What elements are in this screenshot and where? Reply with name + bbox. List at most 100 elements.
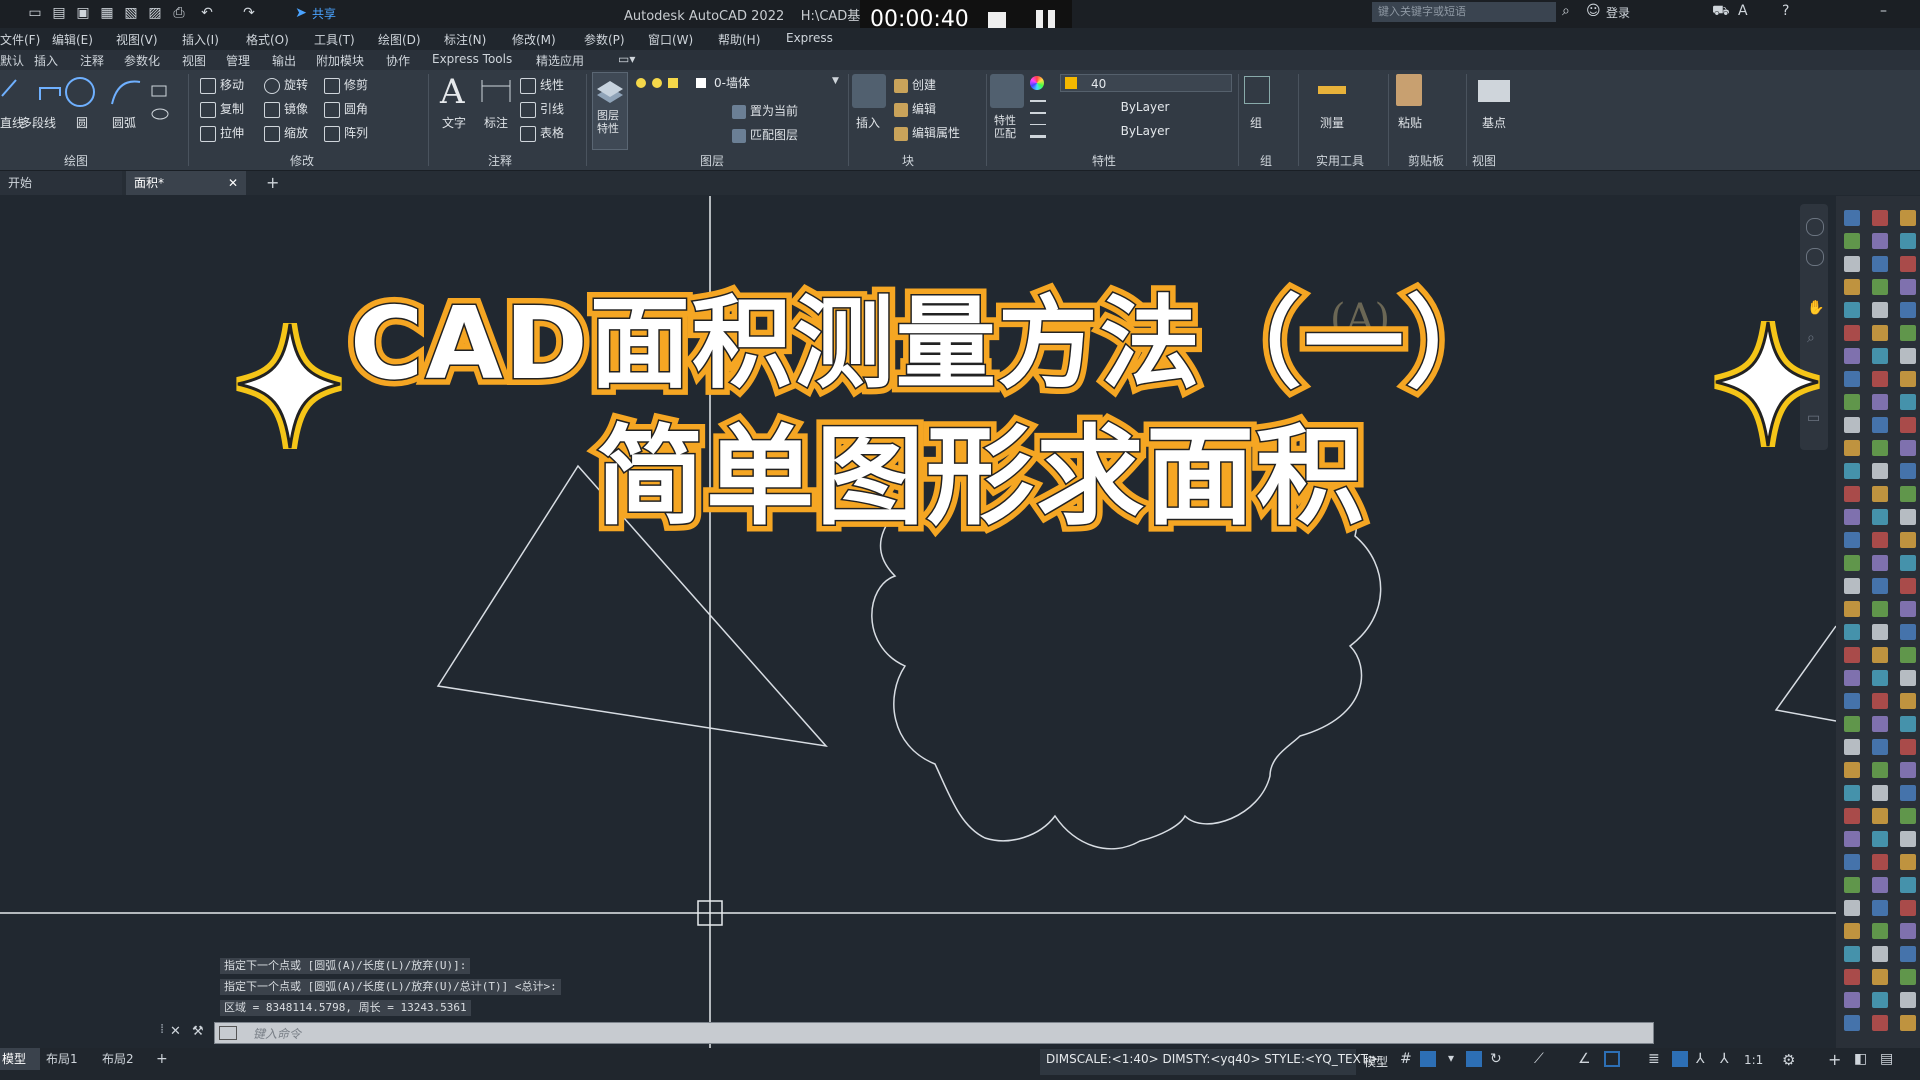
tool-palette-icon[interactable] (1844, 256, 1860, 272)
paste-button[interactable]: 粘贴 (1398, 114, 1422, 131)
isometric-icon[interactable]: ⟋ (1534, 1051, 1544, 1067)
base-view-icon[interactable] (1478, 80, 1510, 102)
tool-palette-icon[interactable] (1872, 762, 1888, 778)
command-grip-icon[interactable]: ⁞ (160, 1022, 164, 1037)
tool-palette-icon[interactable] (1900, 532, 1916, 548)
menu-parametric[interactable]: 参数(P) (584, 31, 625, 48)
properties-panel-title[interactable]: 特性 (1092, 152, 1116, 169)
tool-palette-icon[interactable] (1900, 256, 1916, 272)
tool-palette-icon[interactable] (1872, 463, 1888, 479)
tab-output[interactable]: 输出 (272, 52, 296, 69)
tool-palette-icon[interactable] (1900, 440, 1916, 456)
menu-format[interactable]: 格式(O) (246, 31, 289, 48)
clipboard-panel-title[interactable]: 剪贴板 (1408, 152, 1444, 169)
tab-view[interactable]: 视图 (182, 52, 206, 69)
tool-palette-icon[interactable] (1900, 624, 1916, 640)
tool-palette-icon[interactable] (1844, 210, 1860, 226)
tool-palette-icon[interactable] (1844, 486, 1860, 502)
draw-panel-title[interactable]: 绘图 (64, 152, 88, 169)
menu-modify[interactable]: 修改(M) (512, 31, 556, 48)
create-block-button[interactable]: 创建 (894, 76, 936, 93)
help-icon[interactable]: ? (1782, 3, 1789, 19)
tool-palette-icon[interactable] (1844, 877, 1860, 893)
model-space-button[interactable]: 模型 (1364, 1053, 1388, 1070)
tool-palette-icon[interactable] (1872, 969, 1888, 985)
make-current-button[interactable]: 置为当前 (732, 102, 798, 119)
tab-model[interactable]: 模型 (0, 1048, 40, 1070)
tool-palette-icon[interactable] (1900, 946, 1916, 962)
tool-palette-icon[interactable] (1844, 923, 1860, 939)
tool-palette-icon[interactable] (1872, 900, 1888, 916)
undo-icon[interactable]: ↶ (198, 4, 216, 22)
tool-palette-icon[interactable] (1872, 509, 1888, 525)
layer-freeze-icon[interactable] (652, 78, 662, 88)
minimize-icon[interactable]: – (1880, 3, 1887, 19)
edit-attributes-button[interactable]: 编辑属性 (894, 124, 960, 141)
annotation-scale[interactable]: 1:1 (1744, 1053, 1763, 1067)
tab-featured-apps[interactable]: 精选应用 (536, 52, 584, 69)
array-button[interactable]: 阵列 (324, 124, 368, 142)
tool-palette-icon[interactable] (1844, 969, 1860, 985)
command-input[interactable]: 键入命令 (214, 1022, 1654, 1044)
customize-command-icon[interactable]: ⚒ (192, 1024, 204, 1039)
circle-button[interactable]: 圆 (76, 114, 88, 131)
layer-on-icon[interactable] (636, 78, 646, 88)
polar-tracking-icon[interactable]: ↻ (1490, 1051, 1502, 1067)
chevron-down-icon[interactable]: ▾ (1448, 1051, 1454, 1065)
tool-palette-icon[interactable] (1844, 1015, 1860, 1031)
table-button[interactable]: 表格 (520, 124, 564, 142)
lineweight-dropdown[interactable]: ByLayer (1052, 122, 1232, 140)
hardware-acceleration-icon[interactable]: ▤ (1880, 1051, 1893, 1067)
new-file-icon[interactable]: ▭ (26, 4, 44, 22)
tool-palette-icon[interactable] (1872, 624, 1888, 640)
tool-palette-icon[interactable] (1900, 463, 1916, 479)
tool-palette-icon[interactable] (1872, 440, 1888, 456)
tool-palette-icon[interactable] (1844, 831, 1860, 847)
layer-lock-icon[interactable] (668, 78, 678, 88)
annotation-panel-title[interactable]: 注释 (488, 152, 512, 169)
tool-palette-icon[interactable] (1844, 785, 1860, 801)
tool-palette-icon[interactable] (1844, 325, 1860, 341)
dimension-icon[interactable] (478, 76, 514, 106)
ribbon-toggle-icon[interactable]: ▭▾ (618, 52, 635, 66)
block-panel-title[interactable]: 块 (902, 152, 914, 169)
tool-palette-icon[interactable] (1900, 509, 1916, 525)
polyline-button[interactable]: 多段线 (20, 114, 56, 131)
tool-palette-icon[interactable] (1872, 693, 1888, 709)
add-layout-icon[interactable]: + (156, 1048, 168, 1070)
tool-palette-icon[interactable] (1872, 578, 1888, 594)
web-mobile-icon[interactable]: ▧ (122, 4, 140, 22)
menu-insert[interactable]: 插入(I) (182, 31, 219, 48)
tab-start[interactable]: 开始 (0, 171, 122, 195)
open-file-icon[interactable]: ▤ (50, 4, 68, 22)
plus-icon[interactable]: + (1828, 1050, 1841, 1069)
tool-palette-icon[interactable] (1872, 877, 1888, 893)
tool-palette-icon[interactable] (1844, 808, 1860, 824)
tool-palette-icon[interactable] (1844, 555, 1860, 571)
lineweight-display-icon[interactable]: ≣ (1648, 1051, 1660, 1067)
recent-commands-icon[interactable] (219, 1026, 237, 1040)
tool-palette-icon[interactable] (1844, 854, 1860, 870)
copy-button[interactable]: 复制 (200, 100, 244, 118)
stretch-button[interactable]: 拉伸 (200, 124, 244, 142)
tool-palette-icon[interactable] (1844, 532, 1860, 548)
group-button[interactable]: 组 (1250, 114, 1262, 131)
tab-addins[interactable]: 附加模块 (316, 52, 364, 69)
linetype-dropdown[interactable]: ByLayer (1052, 98, 1232, 116)
tool-palette-icon[interactable] (1872, 647, 1888, 663)
tool-palette-icon[interactable] (1900, 647, 1916, 663)
tool-palette-icon[interactable] (1900, 877, 1916, 893)
close-command-icon[interactable]: ✕ (170, 1024, 181, 1039)
text-icon[interactable]: A (440, 72, 465, 112)
base-button[interactable]: 基点 (1482, 114, 1506, 131)
measure-icon[interactable] (1318, 86, 1346, 94)
orbit-icon[interactable] (1806, 248, 1824, 266)
chevron-down-icon[interactable]: ▼ (832, 76, 839, 86)
gear-icon[interactable]: ⚙ (1782, 1051, 1795, 1069)
measure-button[interactable]: 测量 (1320, 114, 1344, 131)
tool-palette-icon[interactable] (1900, 992, 1916, 1008)
plot-icon[interactable]: ▨ (146, 4, 164, 22)
match-properties-button[interactable]: 特性匹配 (994, 114, 1024, 140)
cart-icon[interactable]: ⛟ (1712, 3, 1730, 21)
tool-palette-icon[interactable] (1872, 302, 1888, 318)
